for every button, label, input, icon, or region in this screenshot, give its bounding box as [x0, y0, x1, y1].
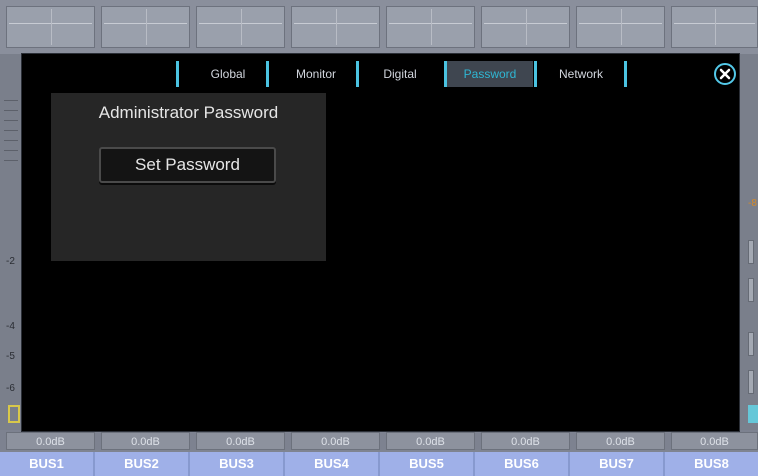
- close-button[interactable]: [714, 63, 736, 85]
- top-strip-cell[interactable]: [196, 6, 285, 48]
- top-strip-cell[interactable]: [576, 6, 665, 48]
- tab-separator: [176, 61, 179, 87]
- bus-button[interactable]: BUS8: [665, 452, 758, 476]
- meter-tick: [4, 140, 18, 141]
- admin-password-section: Administrator Password Set Password: [51, 93, 326, 261]
- meter-tick: [4, 120, 18, 121]
- gain-readout[interactable]: 0.0dB: [291, 432, 380, 450]
- meter-tick: [4, 100, 18, 101]
- top-strip-cell[interactable]: [671, 6, 758, 48]
- tab-network[interactable]: Network: [539, 61, 623, 87]
- bus-button[interactable]: BUS4: [285, 452, 380, 476]
- right-level-bar: [748, 370, 754, 394]
- scale-label: -4: [6, 321, 15, 332]
- scale-label: -2: [6, 256, 15, 267]
- settings-dialog: Global Monitor Digital Password Network …: [22, 54, 739, 431]
- top-strip-cell[interactable]: [6, 6, 95, 48]
- top-strip-cell[interactable]: [101, 6, 190, 48]
- gain-readout[interactable]: 0.0dB: [386, 432, 475, 450]
- right-level-bar: [748, 278, 754, 302]
- top-strip-cell[interactable]: [386, 6, 475, 48]
- gain-readout[interactable]: 0.0dB: [671, 432, 758, 450]
- tab-password[interactable]: Password: [447, 61, 533, 87]
- tab-separator: [624, 61, 627, 87]
- tab-digital[interactable]: Digital: [366, 61, 434, 87]
- bus-button[interactable]: BUS1: [0, 452, 95, 476]
- right-fader-marker[interactable]: [748, 405, 758, 423]
- bus-button[interactable]: BUS3: [190, 452, 285, 476]
- meter-tick: [4, 160, 18, 161]
- meter-tick: [4, 130, 18, 131]
- top-routing-strip: [0, 0, 758, 54]
- gain-readout[interactable]: 0.0dB: [481, 432, 570, 450]
- top-strip-cell[interactable]: [291, 6, 380, 48]
- scale-label: -5: [6, 351, 15, 362]
- gain-readout[interactable]: 0.0dB: [196, 432, 285, 450]
- close-circle-icon: [719, 68, 731, 80]
- section-title: Administrator Password: [98, 103, 279, 122]
- bus-button[interactable]: BUS5: [380, 452, 475, 476]
- tab-monitor[interactable]: Monitor: [278, 61, 354, 87]
- gain-readout[interactable]: 0.0dB: [6, 432, 95, 450]
- top-strip-cell[interactable]: [481, 6, 570, 48]
- right-level-bar: [748, 240, 754, 264]
- tab-separator: [534, 61, 537, 87]
- right-scale-label: -8: [748, 198, 757, 209]
- meter-tick: [4, 110, 18, 111]
- tab-global[interactable]: Global: [192, 61, 264, 87]
- bus-button[interactable]: BUS7: [570, 452, 665, 476]
- bus-button[interactable]: BUS6: [475, 452, 570, 476]
- gain-readout[interactable]: 0.0dB: [101, 432, 190, 450]
- tab-separator: [356, 61, 359, 87]
- meter-tick: [4, 150, 18, 151]
- tab-separator: [266, 61, 269, 87]
- scale-label: -6: [6, 383, 15, 394]
- bus-button[interactable]: BUS2: [95, 452, 190, 476]
- left-fader-marker[interactable]: [8, 405, 20, 423]
- set-password-button[interactable]: Set Password: [99, 147, 276, 183]
- gain-readout[interactable]: 0.0dB: [576, 432, 665, 450]
- right-level-bar: [748, 332, 754, 356]
